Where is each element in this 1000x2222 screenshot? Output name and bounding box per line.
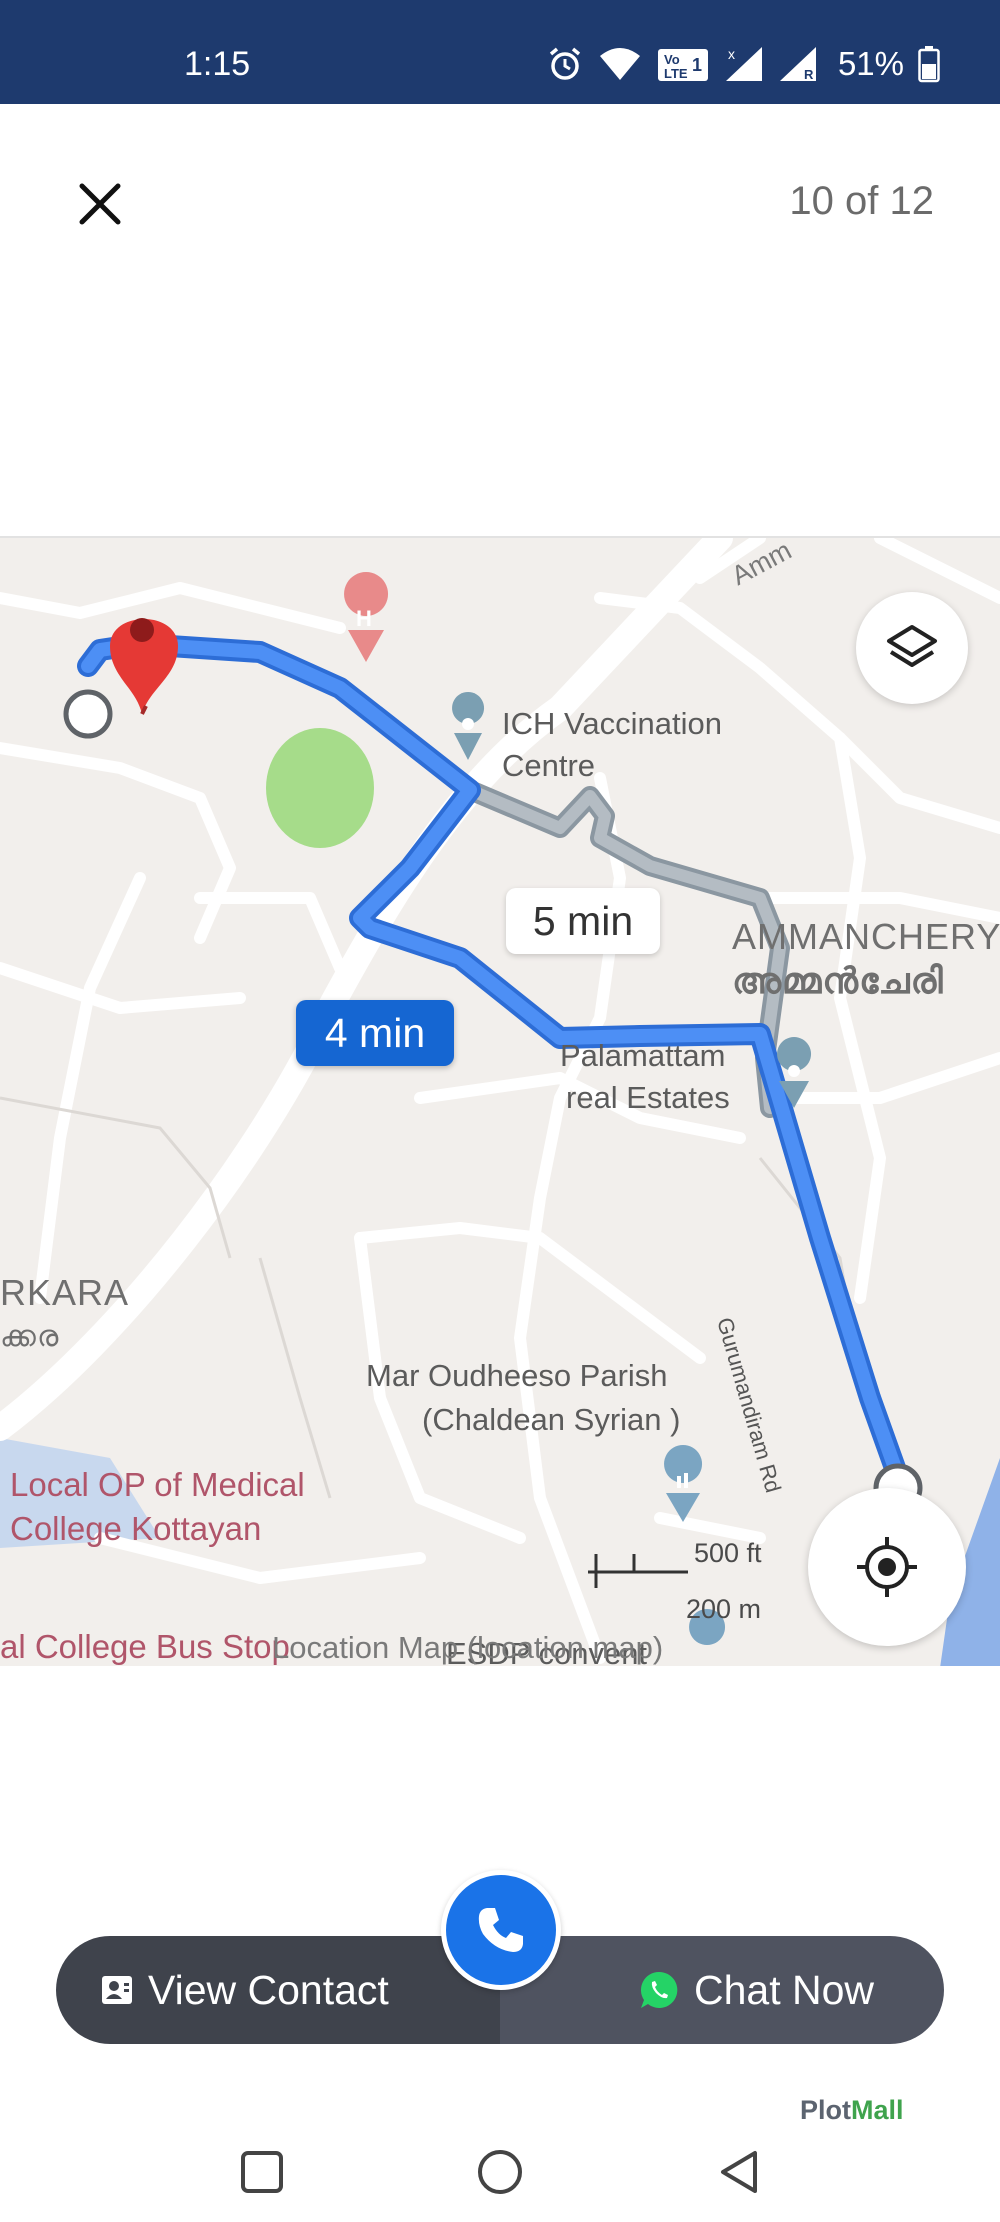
svg-text:H: H [356, 606, 372, 631]
signal-icon: x [725, 46, 762, 81]
signal-roaming-icon: R [779, 47, 816, 82]
label-local-op-line1: Local OP of Medical [10, 1466, 305, 1503]
label-rkara-ml: ക്കര [0, 1320, 60, 1353]
recents-button[interactable] [232, 2142, 292, 2202]
svg-text:x: x [728, 46, 735, 62]
back-button[interactable] [710, 2142, 770, 2202]
svg-text:LTE: LTE [664, 66, 688, 81]
close-button[interactable] [72, 176, 128, 232]
view-contact-label: View Contact [148, 1966, 389, 2013]
label-mar-line1: Mar Oudheeso Parish [366, 1358, 668, 1393]
my-location-button[interactable] [808, 1488, 966, 1646]
square-icon [241, 2151, 283, 2193]
back-triangle-icon [721, 2151, 757, 2193]
contact-card-icon [102, 1976, 132, 2004]
label-palamattam-line2: real Estates [566, 1080, 730, 1115]
map-layers-button[interactable] [856, 592, 968, 704]
svg-text:Vo: Vo [664, 52, 680, 67]
battery-percent: 51% [837, 45, 904, 82]
call-button[interactable] [441, 1870, 561, 1990]
image-counter: 10 of 12 [789, 179, 934, 223]
svg-text:R: R [804, 67, 814, 82]
chat-now-button[interactable]: Chat Now [500, 1936, 944, 2044]
label-ammanchery: AMMANCHERY [732, 916, 1000, 957]
map-scale-meters: 200 m [686, 1594, 761, 1624]
circle-icon [478, 2150, 522, 2194]
crosshair-icon [857, 1537, 917, 1597]
label-ammanchery-ml: അമ്മൻചേരി [732, 960, 944, 1001]
label-local-op-line2: College Kottayan [10, 1510, 262, 1547]
whatsapp-icon [640, 1971, 678, 2008]
label-mar-line2: (Chaldean Syrian ) [422, 1402, 681, 1437]
alarm-icon [549, 47, 581, 80]
layers-icon [887, 625, 937, 667]
label-ich-line2: Centre [502, 748, 596, 783]
status-icons: Vo LTE 1 x R 51% [546, 44, 940, 84]
alternate-route-time: 5 min [506, 888, 660, 954]
label-bus-stop: al College Bus Stop [0, 1628, 290, 1665]
status-bar: 1:15 Vo LTE 1 x R 51% [0, 0, 1000, 104]
map-scale-feet: 500 ft [588, 1538, 762, 1588]
chat-now-label: Chat Now [693, 1966, 874, 2013]
map-caption: Location Map (location map) [272, 1630, 664, 1665]
status-time: 1:15 [184, 45, 251, 83]
primary-route-time: 4 min [296, 1000, 454, 1066]
system-nav-bar [0, 2120, 1000, 2222]
battery-icon [918, 46, 940, 83]
home-button[interactable] [470, 2142, 530, 2202]
scale-feet-label: 500 ft [694, 1538, 762, 1568]
phone-icon [478, 1908, 523, 1952]
view-contact-button[interactable]: View Contact [56, 1936, 500, 2044]
wifi-icon [599, 48, 640, 80]
close-icon [79, 183, 121, 225]
label-palamattam-line1: Palamattam [560, 1038, 726, 1073]
svg-text:1: 1 [692, 55, 702, 75]
volte-icon: Vo LTE 1 [657, 49, 708, 81]
label-rkara: RKARA [0, 1272, 130, 1313]
scale-meters-label: 200 m [686, 1594, 762, 1624]
scale-bar-icon [588, 1554, 688, 1588]
location-map-image[interactable]: H Amm ICH Vaccination Centre AMMANCHERY … [0, 536, 1000, 1666]
label-ich-line1: ICH Vaccination [502, 706, 722, 741]
